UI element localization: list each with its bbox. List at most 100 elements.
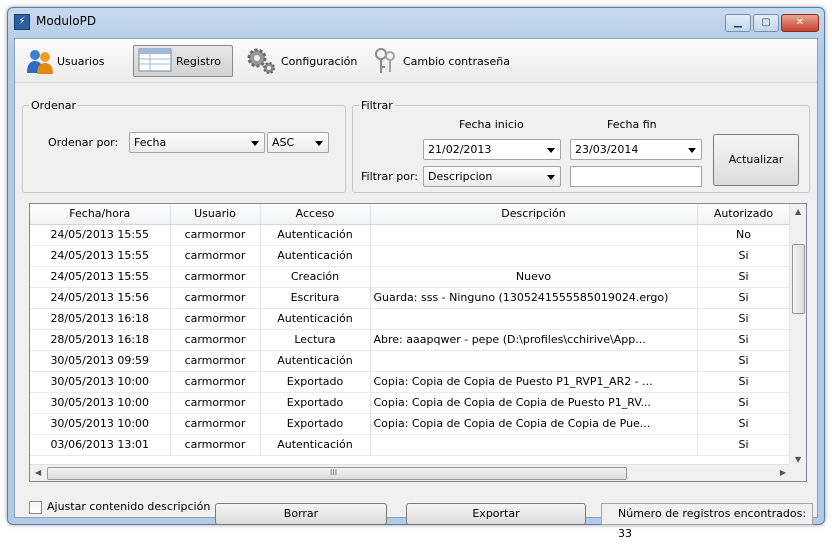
app-icon: ⚡: [14, 14, 30, 30]
column-header-descripcion[interactable]: Descripción: [370, 204, 698, 225]
table-row[interactable]: 24/05/2013 15:56 carmormor Escritura Gua…: [30, 287, 791, 309]
cell-descripcion: Abre: aaapqwer - pepe (D:\profiles\cchir…: [370, 329, 698, 351]
registro-label: Registro: [176, 54, 222, 68]
fecha-fin-picker[interactable]: 23/03/2014: [570, 139, 702, 160]
cell-usuario: carmormor: [170, 224, 261, 246]
filtrar-por-value: Descripcion: [428, 170, 493, 183]
fecha-inicio-label: Fecha inicio: [459, 118, 524, 131]
cell-autorizado: Si: [697, 413, 791, 435]
filtrar-por-label: Filtrar por:: [361, 170, 418, 183]
table-row[interactable]: 28/05/2013 16:18 carmormor Lectura Abre:…: [30, 329, 791, 351]
scroll-left-icon[interactable]: ◀: [35, 468, 41, 477]
configuracion-button[interactable]: Configuración: [241, 45, 365, 77]
cell-autorizado: Si: [697, 392, 791, 414]
cell-descripcion: Copia: Copia de Copia de Puesto P1_RVP1_…: [370, 371, 698, 393]
ordenar-order-value: ASC: [272, 136, 295, 149]
cell-descripcion: Copia: Copia de Copia de Copia de Puesto…: [370, 392, 698, 414]
registro-button[interactable]: Registro: [133, 45, 233, 77]
cell-acceso: Exportado: [260, 371, 371, 393]
column-header-fecha-hora[interactable]: Fecha/hora: [30, 204, 171, 225]
column-header-usuario[interactable]: Usuario: [170, 204, 261, 225]
table-row[interactable]: 30/05/2013 09:59 carmormor Autenticación…: [30, 350, 791, 372]
cell-acceso: Escritura: [260, 287, 371, 309]
cell-fecha-hora: 24/05/2013 15:55: [30, 245, 171, 267]
cell-fecha-hora: 28/05/2013 16:18: [30, 329, 171, 351]
cell-acceso: Creación: [260, 266, 371, 288]
close-button[interactable]: ✕: [781, 14, 819, 32]
horizontal-scroll-thumb[interactable]: III: [47, 467, 627, 480]
cell-usuario: carmormor: [170, 413, 261, 435]
cell-acceso: Lectura: [260, 329, 371, 351]
cell-autorizado: Si: [697, 434, 791, 456]
vertical-scrollbar[interactable]: ▲ ▼: [789, 204, 806, 466]
column-header-autorizado[interactable]: Autorizado: [697, 204, 791, 225]
table-header-row: Fecha/hora Usuario Acceso Descripción Au…: [30, 204, 791, 225]
close-icon: ✕: [795, 17, 805, 28]
cambio-contrasena-button[interactable]: Cambio contraseña: [367, 45, 527, 77]
cell-autorizado: Si: [697, 308, 791, 330]
ajustar-descripcion-label: Ajustar contenido descripción: [47, 500, 211, 513]
cell-descripcion: [370, 224, 698, 246]
scroll-grip: III: [330, 468, 338, 477]
cell-autorizado: Si: [697, 287, 791, 309]
main-window: ⚡ ModuloPD ▁ ▢ ✕ Usuarios Registro Confi…: [7, 7, 825, 540]
actualizar-label: Actualizar: [728, 153, 784, 166]
cell-descripcion: Guarda: sss - Ninguno (13052415555850190…: [370, 287, 698, 309]
table-row[interactable]: 03/06/2013 13:01 carmormor Autenticación…: [30, 434, 791, 456]
cell-acceso: Autenticación: [260, 245, 371, 267]
fecha-fin-label: Fecha fin: [607, 118, 657, 131]
filtrar-text-input[interactable]: [570, 166, 702, 187]
filtrar-por-select[interactable]: Descripcion: [423, 166, 561, 187]
borrar-button[interactable]: Borrar: [215, 503, 387, 525]
table-row[interactable]: 24/05/2013 15:55 carmormor Creación Nuev…: [30, 266, 791, 288]
cell-autorizado: No: [697, 224, 791, 246]
table-row[interactable]: 30/05/2013 10:00 carmormor Exportado Cop…: [30, 413, 791, 435]
chevron-down-icon: [251, 141, 259, 146]
ordenar-field-select[interactable]: Fecha: [129, 132, 265, 153]
minimize-icon: ▁: [734, 17, 742, 28]
cell-usuario: carmormor: [170, 266, 261, 288]
actualizar-button[interactable]: Actualizar: [713, 134, 799, 186]
minimize-button[interactable]: ▁: [725, 14, 751, 32]
title-bar[interactable]: ⚡ ModuloPD ▁ ▢ ✕: [8, 8, 824, 36]
gear-icon: [245, 47, 277, 75]
cell-usuario: carmormor: [170, 287, 261, 309]
cell-descripcion: [370, 308, 698, 330]
cell-acceso: Autenticación: [260, 224, 371, 246]
cell-fecha-hora: 30/05/2013 10:00: [30, 413, 171, 435]
fecha-inicio-picker[interactable]: 21/02/2013: [423, 139, 561, 160]
cell-acceso: Exportado: [260, 413, 371, 435]
vertical-scroll-thumb[interactable]: [792, 244, 805, 314]
window-title: ModuloPD: [36, 14, 97, 28]
cell-acceso: Autenticación: [260, 350, 371, 372]
ajustar-descripcion-checkbox[interactable]: [29, 501, 42, 514]
column-header-acceso[interactable]: Acceso: [260, 204, 371, 225]
table-row[interactable]: 28/05/2013 16:18 carmormor Autenticación…: [30, 308, 791, 330]
cell-autorizado: Si: [697, 350, 791, 372]
cell-usuario: carmormor: [170, 371, 261, 393]
records-table: Fecha/hora Usuario Acceso Descripción Au…: [29, 203, 807, 482]
cell-usuario: carmormor: [170, 434, 261, 456]
maximize-icon: ▢: [761, 17, 771, 28]
maximize-button[interactable]: ▢: [753, 14, 779, 32]
users-icon: [25, 47, 53, 75]
cell-fecha-hora: 30/05/2013 10:00: [30, 371, 171, 393]
table-row[interactable]: 30/05/2013 10:00 carmormor Exportado Cop…: [30, 371, 791, 393]
table-row[interactable]: 24/05/2013 15:55 carmormor Autenticación…: [30, 224, 791, 246]
cell-usuario: carmormor: [170, 392, 261, 414]
cell-descripcion: Copia: Copia de Copia de Copia de Copia …: [370, 413, 698, 435]
cell-descripcion: [370, 245, 698, 267]
horizontal-scrollbar[interactable]: ◀ III ▶: [30, 464, 791, 481]
cell-fecha-hora: 24/05/2013 15:56: [30, 287, 171, 309]
scroll-up-icon[interactable]: ▲: [795, 207, 801, 216]
table-row[interactable]: 30/05/2013 10:00 carmormor Exportado Cop…: [30, 392, 791, 414]
scroll-right-icon[interactable]: ▶: [780, 468, 786, 477]
exportar-button[interactable]: Exportar: [406, 503, 586, 525]
table-row[interactable]: 24/05/2013 15:55 carmormor Autenticación…: [30, 245, 791, 267]
usuarios-button[interactable]: Usuarios: [21, 45, 129, 77]
chevron-down-icon: [547, 175, 555, 180]
ordenar-order-select[interactable]: ASC: [267, 132, 329, 153]
scroll-down-icon[interactable]: ▼: [795, 455, 801, 464]
cell-descripcion: Nuevo: [370, 266, 698, 288]
cell-descripcion: [370, 434, 698, 456]
